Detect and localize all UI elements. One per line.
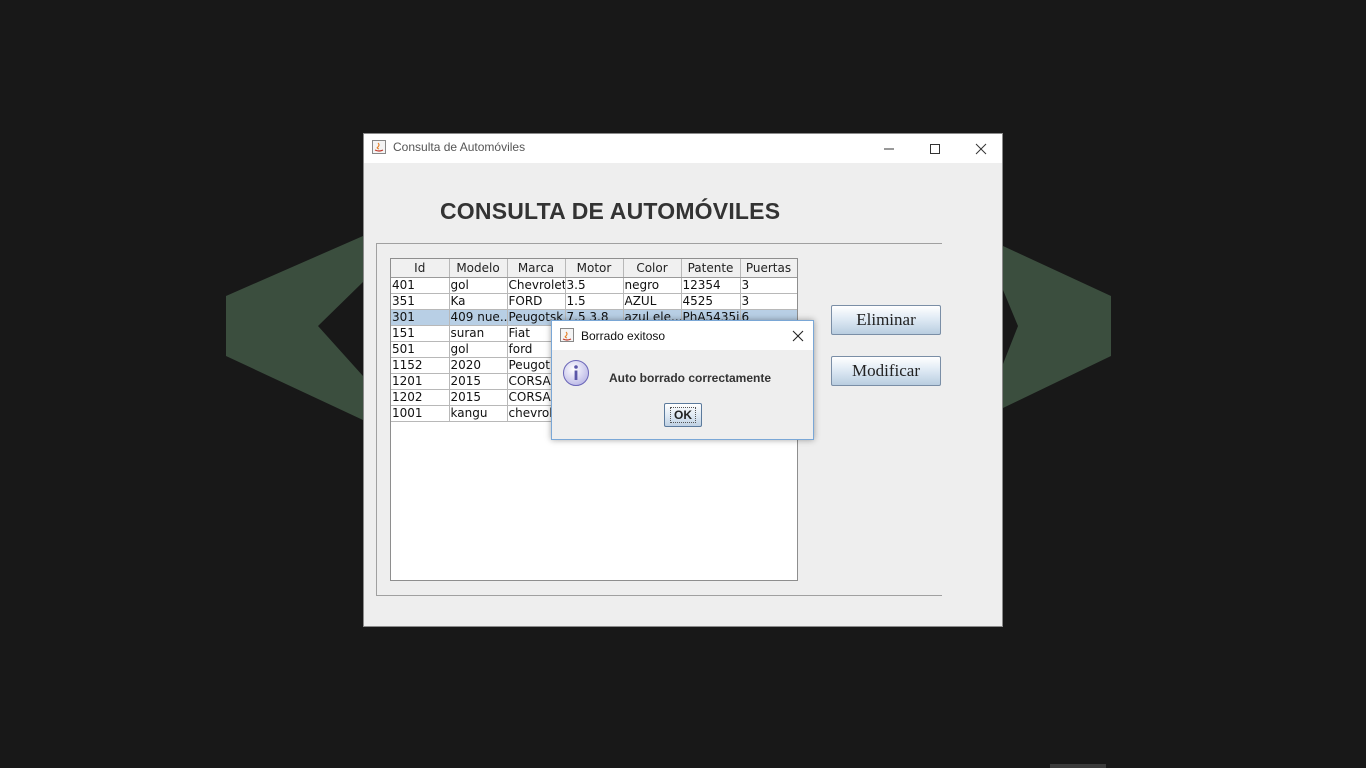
table-header-row: Id Modelo Marca Motor Color Patente Puertas	[391, 259, 797, 278]
table-cell[interactable]: 3	[740, 277, 797, 294]
table-cell[interactable]: Chevrolet	[507, 277, 566, 294]
modificar-button[interactable]: Modificar	[831, 356, 941, 386]
table-cell[interactable]: 3	[740, 293, 797, 310]
table-cell[interactable]: 301	[391, 309, 450, 326]
table-cell[interactable]: negro	[623, 277, 682, 294]
table-cell[interactable]: 1152	[391, 357, 450, 374]
information-icon	[563, 360, 589, 386]
table-cell[interactable]: 1.5	[565, 293, 624, 310]
dialog-titlebar[interactable]: Borrado exitoso	[552, 321, 813, 350]
right-chevron-shape	[1003, 246, 1111, 408]
table-cell[interactable]: 2015	[449, 373, 508, 390]
close-icon	[975, 143, 987, 154]
table-cell[interactable]: 151	[391, 325, 450, 342]
page-title: CONSULTA DE AUTOMÓVILES	[440, 198, 781, 224]
ok-button-label: OK	[670, 407, 696, 423]
minimize-icon	[884, 148, 894, 149]
window-title: Consulta de Automóviles	[393, 140, 526, 154]
table-cell[interactable]: 2015	[449, 389, 508, 406]
column-header[interactable]: Marca	[507, 259, 566, 278]
column-header[interactable]: Modelo	[449, 259, 508, 278]
table-cell[interactable]: 1202	[391, 389, 450, 406]
table-cell[interactable]: 3.5	[565, 277, 624, 294]
table-cell[interactable]: 2020	[449, 357, 508, 374]
dialog-message: Auto borrado correctamente	[609, 371, 772, 385]
table-cell[interactable]: suran	[449, 325, 508, 342]
eliminar-button[interactable]: Eliminar	[831, 305, 941, 335]
panel-border-left	[376, 243, 377, 596]
table-cell[interactable]: 501	[391, 341, 450, 358]
close-button[interactable]	[958, 134, 1004, 163]
table-cell[interactable]: 4525	[681, 293, 741, 310]
table-cell[interactable]: 1201	[391, 373, 450, 390]
taskbar-fragment	[1050, 764, 1106, 768]
table-row[interactable]: 401 gol Chevrolet 3.5 negro 12354 3	[391, 277, 797, 294]
column-header[interactable]: Motor	[565, 259, 624, 278]
column-header[interactable]: Id	[391, 259, 450, 278]
close-icon	[792, 330, 804, 341]
table-cell[interactable]: 409 nue...	[449, 309, 508, 326]
table-cell[interactable]: Ka	[449, 293, 508, 310]
dialog-title: Borrado exitoso	[581, 329, 666, 343]
column-header[interactable]: Puertas	[740, 259, 797, 278]
table-row[interactable]: 351 Ka FORD 1.5 AZUL 4525 3	[391, 293, 797, 310]
dialog-close-button[interactable]	[783, 321, 813, 350]
maximize-icon	[930, 143, 940, 154]
table-cell[interactable]: 1001	[391, 405, 450, 422]
minimize-button[interactable]	[866, 134, 912, 163]
panel-border-bottom	[376, 595, 942, 596]
table-cell[interactable]: FORD	[507, 293, 566, 310]
java-icon	[372, 140, 386, 154]
table-cell[interactable]: AZUL	[623, 293, 682, 310]
column-header[interactable]: Color	[623, 259, 682, 278]
table-cell[interactable]: gol	[449, 341, 508, 358]
table-cell[interactable]: kangu	[449, 405, 508, 422]
ok-button[interactable]: OK	[664, 403, 702, 427]
window-titlebar[interactable]: Consulta de Automóviles	[364, 134, 1002, 163]
panel-border-top	[376, 243, 942, 244]
message-dialog: Borrado exitoso Auto borrado correctamen…	[551, 320, 814, 440]
java-icon	[560, 328, 574, 342]
table-cell[interactable]: 351	[391, 293, 450, 310]
table-cell[interactable]: 12354	[681, 277, 741, 294]
table-cell[interactable]: 401	[391, 277, 450, 294]
left-chevron-shape	[226, 236, 363, 420]
table-cell[interactable]: gol	[449, 277, 508, 294]
column-header[interactable]: Patente	[681, 259, 741, 278]
maximize-button[interactable]	[912, 134, 958, 163]
